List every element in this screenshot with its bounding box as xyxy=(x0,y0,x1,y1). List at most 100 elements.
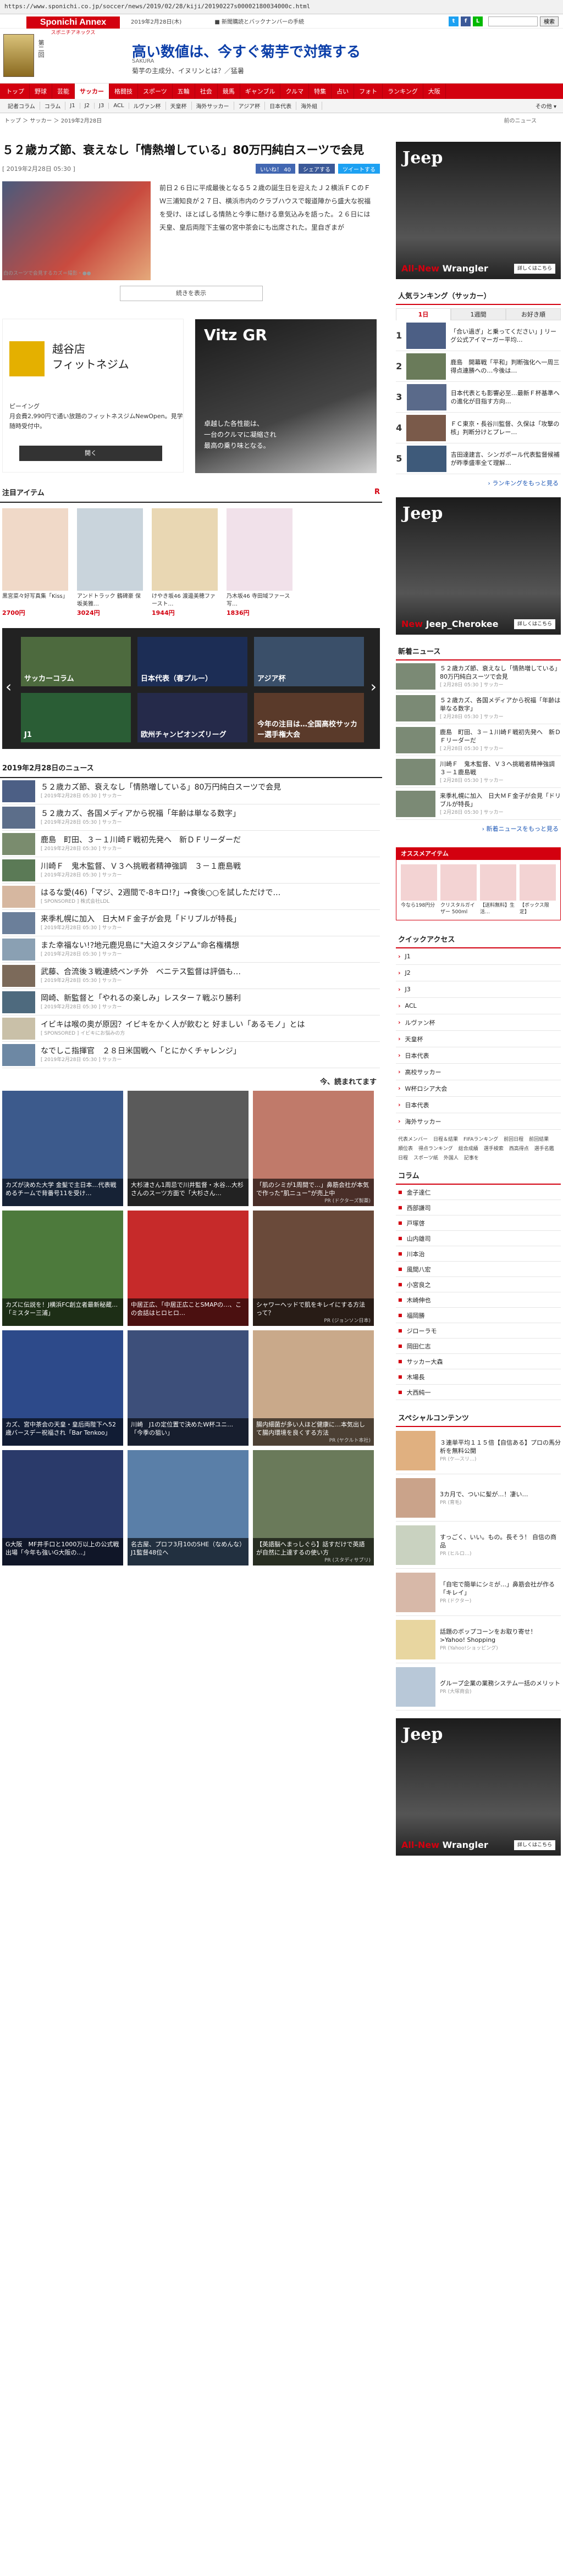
facebook-icon[interactable]: f xyxy=(461,16,471,26)
news-thumb[interactable] xyxy=(2,859,35,881)
subnav-item[interactable]: J1 xyxy=(65,103,80,109)
column-item[interactable]: 小宮良之 xyxy=(396,1277,561,1292)
news-thumb[interactable] xyxy=(2,964,35,987)
side-news-row[interactable]: 川崎Ｆ 鬼木監督、Ｖ３へ挑戦者精神強調 ３－１鹿島戦 [ 2月28日 05:30 … xyxy=(396,756,561,788)
recommend-card[interactable]: 【英語脳へまっしぐら】話すだけで英語が自然に上達するの使い方 PR (スタディサプ… xyxy=(253,1450,374,1565)
tag-link[interactable]: 西高得点 xyxy=(509,1145,529,1152)
news-row[interactable]: また幸福ない!?地元鹿児島に"大迫スタジアム"命名権構想[ 2019年2月28日… xyxy=(2,936,380,963)
item-card[interactable]: けやき坂46 渡邊美穂ファースト… 1944円 xyxy=(152,508,218,617)
tag-link[interactable]: 総合成績 xyxy=(459,1145,478,1152)
osusume-item[interactable]: クリスタルガイザー 500ml xyxy=(440,864,477,915)
news-title[interactable]: 来季札幌に加入 日大ＭＦ金子が会見「ドリブルが特長」 xyxy=(41,914,241,924)
article-photo[interactable] xyxy=(2,181,151,280)
carousel-card[interactable]: 日本代表（春プルー） xyxy=(137,637,247,686)
tag-link[interactable]: 代表メンバー xyxy=(398,1135,428,1142)
side-news-more-link[interactable]: › 新着ニュースをもっと見る xyxy=(396,820,561,837)
item-card[interactable]: 乃木坂46 寺田域ファース写… 1836円 xyxy=(227,508,292,617)
recommend-caption[interactable]: 名古屋、プロフ3月10のSHE（なめんな）J1監督48位へ xyxy=(128,1538,249,1565)
subnav-item[interactable]: J3 xyxy=(95,103,109,109)
ranking-row[interactable]: 3 日本代表とも影響必至…最新Ｆ杯基準への進化が目指す方向… xyxy=(396,382,561,413)
quick-access-item[interactable]: J3 xyxy=(396,981,561,998)
search-button[interactable]: 検索 xyxy=(540,16,559,26)
recommend-caption[interactable]: カズ、宮中茶会の天皇・皇后両陛下へ52歳バースデー祝福され「Bar Tenkoo… xyxy=(2,1418,123,1446)
subnav-item[interactable]: ACL xyxy=(109,103,129,109)
news-title[interactable]: 岡崎、新監督と「やれるの楽しみ」レスター７戦ぶり勝利 xyxy=(41,993,241,1003)
news-row[interactable]: 岡崎、新監督と「やれるの楽しみ」レスター７戦ぶり勝利[ 2019年2月28日 0… xyxy=(2,989,380,1015)
quick-access-item[interactable]: W杯ロシア大会 xyxy=(396,1080,561,1097)
osusume-image[interactable] xyxy=(520,864,556,901)
news-row[interactable]: 来季札幌に加入 日大ＭＦ金子が会見「ドリブルが特長」[ 2019年2月28日 0… xyxy=(2,910,380,936)
subnav-item[interactable]: 記者コラム xyxy=(3,102,40,110)
item-thumb[interactable] xyxy=(77,508,143,591)
tag-link[interactable]: 選手検索 xyxy=(484,1145,504,1152)
subnav-item[interactable]: コラム xyxy=(40,102,66,110)
news-title[interactable]: ５２歳カズ、各国メディアから祝福「年齢は単なる数字」 xyxy=(41,809,240,819)
recommend-card[interactable]: G大阪 MF井手口と1000万以上の公式戦出場「今年も強いG大阪の…」 xyxy=(2,1450,123,1565)
column-item[interactable]: 風間八宏 xyxy=(396,1262,561,1277)
quick-access-item[interactable]: ルヴァン杯 xyxy=(396,1014,561,1031)
ranking-row[interactable]: 5 吉田達建言、シンガポール代表監督候補が昨季盛率全て理解… xyxy=(396,443,561,474)
gym-ad-open-button[interactable]: 開く xyxy=(19,446,162,461)
carousel-next-icon[interactable]: › xyxy=(371,678,377,696)
news-row[interactable]: イビキは喉の奥が原因？イビキをかく人が飲むと 好ましい「あるモノ」とは[ SPO… xyxy=(2,1015,380,1042)
nav-item[interactable]: サッカー xyxy=(75,84,109,99)
tag-link[interactable]: 選手名鑑 xyxy=(534,1145,554,1152)
column-item[interactable]: 戸塚啓 xyxy=(396,1215,561,1231)
column-item[interactable]: 木場長 xyxy=(396,1369,561,1385)
ranking-text[interactable]: 日本代表とも影響必至…最新Ｆ杯基準への進化が目指す方向… xyxy=(451,389,561,406)
nav-item[interactable]: クルマ xyxy=(280,84,310,99)
subscription-link[interactable]: ■ 新聞購読とバックナンバーの手続 xyxy=(214,17,304,25)
news-row[interactable]: ５２歳カズ、各国メディアから祝福「年齢は単なる数字」[ 2019年2月28日 0… xyxy=(2,804,380,831)
nav-item[interactable]: ランキング xyxy=(383,84,423,99)
news-row[interactable]: 川崎Ｆ 鬼木監督、Ｖ３へ挑戦者精神強調 ３－１鹿島戦[ 2019年2月28日 0… xyxy=(2,857,380,884)
ranking-text[interactable]: 鹿島 開幕戦「平和」判断強化へ一周三得点連勝への…今後は… xyxy=(450,358,561,375)
ranking-thumb[interactable] xyxy=(406,414,446,441)
news-title[interactable]: なでしこ指揮官 ２８日米国戦へ「とにかくチャレンジ」 xyxy=(41,1046,241,1056)
ranking-row[interactable]: 1 「合い過ぎ」と乗ってください」J リーグ公式アイマーガー平均… xyxy=(396,320,561,351)
nav-item[interactable]: 格闘技 xyxy=(109,84,138,99)
header-ad-title[interactable]: 高い数値は、今すぐ菊芋で対策する xyxy=(132,41,361,61)
nav-item[interactable]: スポーツ xyxy=(138,84,173,99)
carousel-card[interactable]: 今年の注目は…全国高校サッカー選手権大会 xyxy=(254,693,364,742)
column-item[interactable]: 西部謙司 xyxy=(396,1200,561,1215)
recommend-caption[interactable]: 中居正広、「中居正広ことSMAPの…、この会話はヒロヒロ… xyxy=(128,1298,249,1326)
column-item[interactable]: サッカー大森 xyxy=(396,1354,561,1369)
quick-access-item[interactable]: 高校サッカー xyxy=(396,1064,561,1080)
special-row[interactable]: 3カ月で、ついに髪が…！凄い… PR (育毛) xyxy=(396,1474,561,1522)
nav-item[interactable]: 特集 xyxy=(309,84,332,99)
quick-access-item[interactable]: 日本代表 xyxy=(396,1097,561,1113)
special-image[interactable] xyxy=(396,1572,435,1612)
side-news-thumb[interactable] xyxy=(396,758,435,785)
special-image[interactable] xyxy=(396,1667,435,1707)
special-image[interactable] xyxy=(396,1525,435,1565)
item-name[interactable]: 乃木坂46 寺田域ファース写… xyxy=(227,593,292,608)
item-thumb[interactable] xyxy=(227,508,292,591)
news-row[interactable]: 武藤、合流後３戦連続ベンチ外 ベニテス監督は評価も…[ 2019年2月28日 0… xyxy=(2,963,380,989)
nav-item[interactable]: フォト xyxy=(354,84,383,99)
twitter-icon[interactable]: t xyxy=(449,16,459,26)
tag-link[interactable]: 得点ランキング xyxy=(418,1145,453,1152)
news-row[interactable]: 鹿島 町田、３－１川崎Ｆ戦初先発へ 新ＤＦリーダーだ[ 2019年2月28日 0… xyxy=(2,831,380,857)
special-image[interactable] xyxy=(396,1430,435,1470)
like-button[interactable]: いいね！ 40 xyxy=(256,164,295,174)
read-more-button[interactable]: 続きを表示 xyxy=(119,286,263,301)
item-card[interactable]: 黒宮菜々好写真集「Kiss」 2700円 xyxy=(2,508,68,617)
line-icon[interactable]: L xyxy=(473,16,483,26)
quick-access-item[interactable]: 日本代表 xyxy=(396,1047,561,1064)
tag-link[interactable]: 日程＆結果 xyxy=(433,1135,458,1142)
news-thumb[interactable] xyxy=(2,938,35,961)
side-news-thumb[interactable] xyxy=(396,726,435,753)
carousel-prev-icon[interactable]: ‹ xyxy=(5,678,12,696)
subnav-item[interactable]: 海外組 xyxy=(296,102,323,110)
column-item[interactable]: 岡田仁志 xyxy=(396,1339,561,1354)
gym-ad[interactable]: 越谷店 フィットネジム ピーイング 月会費2,990円で通い放題のフィットネスジ… xyxy=(2,319,184,473)
recommend-card[interactable]: 中居正広、「中居正広ことSMAPの…、この会話はヒロヒロ… xyxy=(128,1211,249,1326)
news-row[interactable]: なでしこ指揮官 ２８日米国戦へ「とにかくチャレンジ」[ 2019年2月28日 0… xyxy=(2,1042,380,1068)
jeep-detail-button[interactable]: 詳しくはこちら xyxy=(514,264,555,274)
special-title[interactable]: 3カ月で、ついに髪が…！凄い… xyxy=(440,1490,528,1498)
tag-link[interactable]: FIFAランキング xyxy=(463,1135,498,1142)
special-row[interactable]: ３連単平均１１５倍【自信ある】プロの馬分析を無料公開 PR (ケ―スリ…) xyxy=(396,1427,561,1474)
ranking-tab[interactable]: 1週間 xyxy=(451,308,506,320)
quick-access-item[interactable]: ACL xyxy=(396,998,561,1014)
browser-url[interactable]: https://www.sponichi.co.jp/soccer/news/2… xyxy=(0,0,563,14)
